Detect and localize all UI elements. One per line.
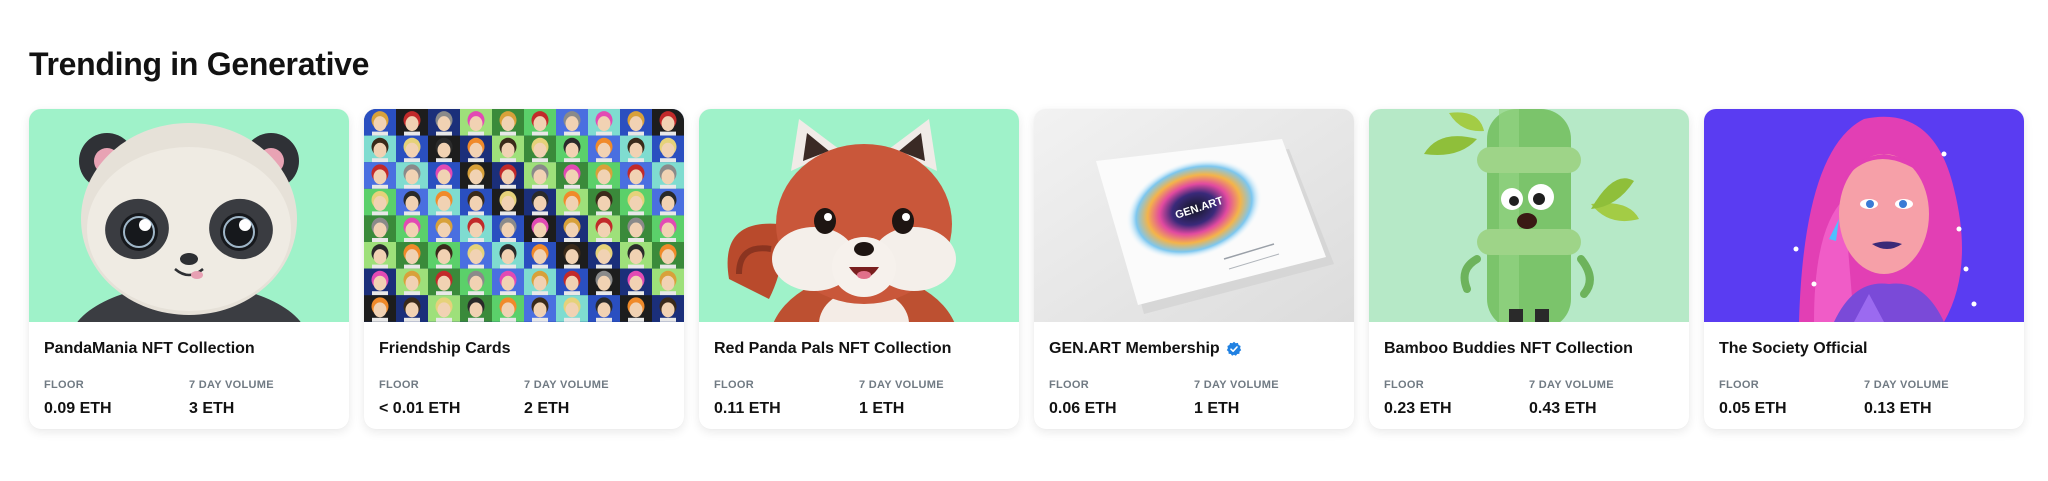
collection-stats: FLOOR 0.11 ETH 7 DAY VOLUME 1 ETH: [714, 378, 1004, 420]
collection-stats: FLOOR 0.05 ETH 7 DAY VOLUME 0.13 ETH: [1719, 378, 2009, 420]
volume-value: 0.43 ETH: [1529, 400, 1597, 417]
volume-value: 1 ETH: [859, 400, 905, 417]
floor-label: FLOOR: [714, 379, 754, 391]
collection-stats: FLOOR < 0.01 ETH 7 DAY VOLUME 2 ETH: [379, 378, 669, 420]
trending-section: Trending in Generative PandaMania NFT Co…: [29, 44, 2048, 429]
bamboo-character-icon: [1369, 109, 1689, 322]
floor-label: FLOOR: [1049, 379, 1089, 391]
collection-image: [1369, 109, 1689, 322]
volume-label: 7 DAY VOLUME: [859, 379, 944, 391]
collection-stats: FLOOR 0.23 ETH 7 DAY VOLUME 0.43 ETH: [1384, 378, 1674, 420]
collection-name: GEN.ART Membership: [1049, 338, 1339, 360]
floor-stat: FLOOR 0.05 ETH: [1719, 378, 1864, 420]
panda-character-icon: [29, 109, 349, 322]
collection-card[interactable]: Friendship Cards FLOOR < 0.01 ETH 7 DAY …: [364, 109, 684, 429]
floor-stat: FLOOR 0.23 ETH: [1384, 378, 1529, 420]
volume-stat: 7 DAY VOLUME 1 ETH: [859, 378, 1004, 420]
card-details: Bamboo Buddies NFT Collection FLOOR 0.23…: [1369, 322, 1689, 420]
floor-stat: FLOOR 0.09 ETH: [44, 378, 189, 420]
section-title: Trending in Generative: [29, 46, 370, 82]
membership-card-icon: GEN.ART: [1034, 109, 1354, 322]
volume-value: 0.13 ETH: [1864, 400, 1932, 417]
volume-label: 7 DAY VOLUME: [1529, 379, 1614, 391]
floor-label: FLOOR: [1384, 379, 1424, 391]
card-details: PandaMania NFT Collection FLOOR 0.09 ETH…: [29, 322, 349, 420]
floor-value: 0.09 ETH: [44, 400, 112, 417]
collection-card[interactable]: GEN.ART GEN.ART Membership FLOOR 0.06 ET…: [1034, 109, 1354, 429]
card-details: Red Panda Pals NFT Collection FLOOR 0.11…: [699, 322, 1019, 420]
red-panda-character-icon: [699, 109, 1019, 322]
floor-label: FLOOR: [379, 379, 419, 391]
volume-label: 7 DAY VOLUME: [189, 379, 274, 391]
volume-stat: 7 DAY VOLUME 2 ETH: [524, 378, 669, 420]
avatar-grid-icon: [364, 109, 684, 322]
volume-value: 2 ETH: [524, 400, 570, 417]
volume-stat: 7 DAY VOLUME 3 ETH: [189, 378, 334, 420]
volume-label: 7 DAY VOLUME: [1864, 379, 1949, 391]
floor-value: 0.05 ETH: [1719, 400, 1787, 417]
floor-label: FLOOR: [1719, 379, 1759, 391]
volume-stat: 7 DAY VOLUME 0.13 ETH: [1864, 378, 2009, 420]
volume-label: 7 DAY VOLUME: [524, 379, 609, 391]
floor-stat: FLOOR 0.06 ETH: [1049, 378, 1194, 420]
collection-name: PandaMania NFT Collection: [44, 340, 255, 357]
floor-label: FLOOR: [44, 379, 84, 391]
collection-image: [1704, 109, 2024, 322]
floor-stat: FLOOR 0.11 ETH: [714, 378, 859, 420]
floor-value: 0.23 ETH: [1384, 400, 1452, 417]
volume-stat: 7 DAY VOLUME 1 ETH: [1194, 378, 1339, 420]
volume-label: 7 DAY VOLUME: [1194, 379, 1279, 391]
collection-image: [29, 109, 349, 322]
volume-value: 1 ETH: [1194, 400, 1240, 417]
floor-stat: FLOOR < 0.01 ETH: [379, 378, 524, 420]
floor-value: 0.11 ETH: [714, 400, 781, 417]
verified-badge-icon: [1226, 341, 1242, 357]
collection-name: Bamboo Buddies NFT Collection: [1384, 340, 1633, 357]
volume-stat: 7 DAY VOLUME 0.43 ETH: [1529, 378, 1674, 420]
collection-name: Red Panda Pals NFT Collection: [714, 340, 952, 357]
collection-card[interactable]: PandaMania NFT Collection FLOOR 0.09 ETH…: [29, 109, 349, 429]
collection-name: The Society Official: [1719, 340, 1868, 357]
collection-card[interactable]: The Society Official FLOOR 0.05 ETH 7 DA…: [1704, 109, 2024, 429]
card-details: GEN.ART Membership FLOOR 0.06 ETH 7 DAY …: [1034, 322, 1354, 420]
collection-stats: FLOOR 0.06 ETH 7 DAY VOLUME 1 ETH: [1049, 378, 1339, 420]
collection-image: [364, 109, 684, 322]
collection-card[interactable]: Red Panda Pals NFT Collection FLOOR 0.11…: [699, 109, 1019, 429]
collection-card[interactable]: Bamboo Buddies NFT Collection FLOOR 0.23…: [1369, 109, 1689, 429]
collection-carousel: PandaMania NFT Collection FLOOR 0.09 ETH…: [29, 109, 2024, 429]
collection-image: [699, 109, 1019, 322]
woman-portrait-icon: [1704, 109, 2024, 322]
collection-image: GEN.ART: [1034, 109, 1354, 322]
card-details: The Society Official FLOOR 0.05 ETH 7 DA…: [1704, 322, 2024, 420]
volume-value: 3 ETH: [189, 400, 235, 417]
card-details: Friendship Cards FLOOR < 0.01 ETH 7 DAY …: [364, 322, 684, 420]
floor-value: < 0.01 ETH: [379, 400, 461, 417]
collection-stats: FLOOR 0.09 ETH 7 DAY VOLUME 3 ETH: [44, 378, 334, 420]
collection-name: Friendship Cards: [379, 340, 511, 357]
floor-value: 0.06 ETH: [1049, 400, 1117, 417]
